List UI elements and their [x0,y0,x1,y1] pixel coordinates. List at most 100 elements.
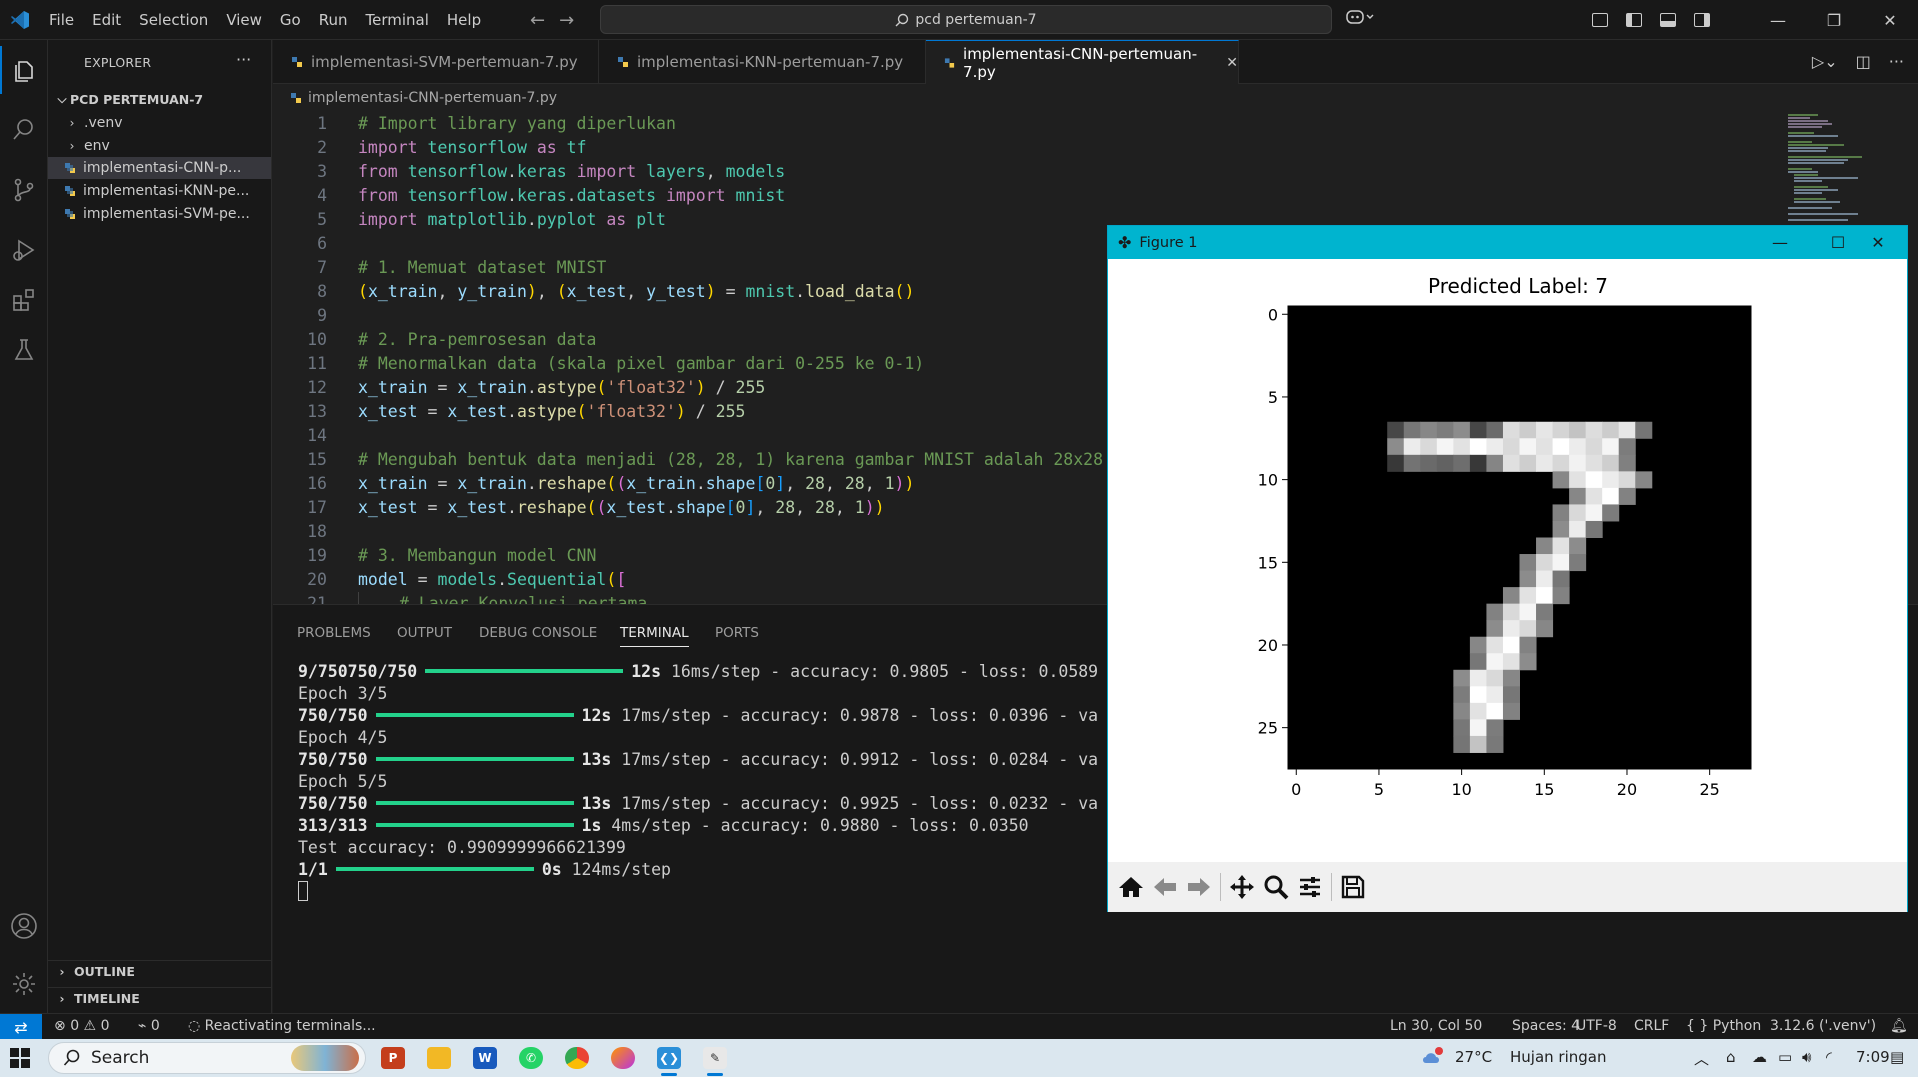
back-arrow-icon[interactable]: ← [530,10,545,31]
tab-svm[interactable]: implementasi-SVM-pertemuan-7.py [273,40,599,84]
menu-run[interactable]: Run [310,0,357,40]
close-icon[interactable]: ✕ [1849,226,1907,259]
file-explorer-icon[interactable] [427,1047,451,1069]
clock-time[interactable]: 7:09 [1856,1048,1890,1066]
chevron-up-icon[interactable]: ︿ [1694,1048,1709,1069]
menu-go[interactable]: Go [271,0,310,40]
save-icon[interactable] [1336,870,1370,904]
panel-tab-problems[interactable]: PROBLEMS [297,625,371,641]
word-icon[interactable]: W [473,1047,497,1069]
tab-cnn[interactable]: implementasi-CNN-pertemuan-7.py ✕ [926,40,1239,84]
tree-folder-env[interactable]: › env [48,135,271,157]
explorer-icon[interactable] [0,46,48,94]
image-pixel [1536,454,1554,472]
python-interpreter[interactable]: 3.12.6 ('.venv') [1770,1018,1876,1034]
menu-terminal[interactable]: Terminal [357,0,438,40]
weather-text[interactable]: Hujan ringan [1510,1048,1606,1066]
pan-icon[interactable] [1225,870,1259,904]
home-icon[interactable] [1114,870,1148,904]
notifications-bell-icon[interactable]: 🔔︎ [1890,1018,1908,1034]
search-icon[interactable] [0,106,48,154]
tree-file-svm[interactable]: implementasi-SVM-pe... [48,203,271,225]
outline-section[interactable]: › OUTLINE [48,960,271,982]
forward-icon[interactable] [1182,870,1216,904]
problems-status[interactable]: ⊗ 0 ⚠ 0 [54,1018,109,1034]
manage-gear-icon[interactable] [0,960,48,1008]
figure-title-bar[interactable]: ✤ Figure 1 — ☐ ✕ [1108,226,1907,259]
encoding[interactable]: UTF-8 [1576,1018,1617,1034]
indentation[interactable]: Spaces: 4 [1512,1018,1580,1034]
forward-arrow-icon[interactable]: → [559,10,574,31]
python-figure-icon[interactable]: ✎ [703,1047,727,1069]
windows-start-icon[interactable] [10,1048,30,1072]
weather-icon[interactable] [1420,1045,1446,1071]
tree-folder-venv[interactable]: › .venv [48,112,271,134]
wifi-icon[interactable]: ◜ [1826,1048,1832,1066]
image-pixel [1569,504,1587,522]
copilot-icon[interactable] [1346,8,1374,30]
source-control-icon[interactable] [0,166,48,214]
chevron-right-icon: › [59,964,65,979]
language-mode[interactable]: { } Python [1686,1018,1761,1034]
image-pixel [1469,636,1487,654]
run-file-icon[interactable]: ▷⌄ [1812,52,1838,71]
cursor-position[interactable]: Ln 30, Col 50 [1390,1018,1482,1034]
accounts-icon[interactable] [0,902,48,950]
image-pixel [1519,421,1537,439]
menu-file[interactable]: File [40,0,83,40]
image-pixel [1453,438,1471,456]
taskbar-search[interactable]: Search [48,1042,366,1074]
restore-icon[interactable]: ❐ [1806,0,1862,40]
toggle-sidebar-icon[interactable] [1626,13,1642,27]
powerpoint-icon[interactable]: P [381,1047,405,1069]
menu-help[interactable]: Help [438,0,490,40]
figure-canvas[interactable]: Predicted Label: 7 0 5 10 15 20 25 0 5 10 15 20 25 [1108,259,1907,862]
minimap[interactable] [1788,112,1888,232]
chrome-icon[interactable] [565,1047,589,1069]
ports-status[interactable]: ⌁ 0 [138,1018,160,1034]
toggle-panel-icon[interactable] [1660,13,1676,27]
customize-layout-icon[interactable] [1592,13,1608,27]
panel-tab-debug-console[interactable]: DEBUG CONSOLE [479,625,597,641]
tree-file-cnn[interactable]: implementasi-CNN-p... [48,157,271,179]
workspace-root[interactable]: ⌵ PCD PERTEMUAN-7 [48,88,271,110]
tree-file-knn[interactable]: implementasi-KNN-pe... [48,180,271,202]
firefox-icon[interactable] [611,1047,635,1069]
testing-icon[interactable] [0,326,48,374]
timeline-section[interactable]: › TIMELINE [48,987,271,1009]
tab-knn[interactable]: implementasi-KNN-pertemuan-7.py [599,40,926,84]
extensions-icon[interactable] [0,276,48,324]
volume-icon[interactable]: 🔊︎ [1802,1048,1811,1066]
display-icon[interactable]: ▭ [1778,1048,1792,1066]
minimize-icon[interactable]: — [1750,0,1806,40]
menu-view[interactable]: View [217,0,271,40]
more-actions-icon[interactable]: ··· [236,50,251,69]
notification-center-icon[interactable]: ▤ [1890,1048,1904,1066]
minimize-icon[interactable]: — [1751,226,1809,259]
remote-indicator-icon[interactable]: ⇄ [0,1014,42,1040]
breadcrumb[interactable]: implementasi-CNN-pertemuan-7.py [290,90,557,106]
network-icon[interactable]: ⌂ [1726,1048,1736,1066]
menu-selection[interactable]: Selection [130,0,217,40]
toggle-secondary-sidebar-icon[interactable] [1694,13,1710,27]
command-center-search[interactable]: pcd pertemuan-7 [600,5,1332,34]
tab-close-icon[interactable]: ✕ [1226,55,1238,71]
vscode-taskbar-icon[interactable]: ❮❯ [657,1047,681,1069]
configure-icon[interactable] [1293,870,1327,904]
image-pixel [1569,454,1587,472]
menu-edit[interactable]: Edit [83,0,130,40]
back-icon[interactable] [1148,870,1182,904]
end-of-line[interactable]: CRLF [1634,1018,1669,1034]
panel-tab-terminal[interactable]: TERMINAL [620,625,689,647]
zoom-icon[interactable] [1259,870,1293,904]
weather-temp[interactable]: 27°C [1455,1048,1492,1066]
run-debug-icon[interactable] [0,226,48,274]
split-editor-icon[interactable]: ◫ [1856,52,1871,71]
onedrive-icon[interactable]: ☁ [1752,1048,1767,1066]
panel-tab-ports[interactable]: PORTS [715,625,759,641]
more-actions-icon[interactable]: ··· [1889,52,1904,71]
image-pixel [1469,686,1487,704]
panel-tab-output[interactable]: OUTPUT [397,625,452,641]
whatsapp-icon[interactable]: ✆ [519,1047,543,1069]
close-icon[interactable]: ✕ [1862,0,1918,40]
